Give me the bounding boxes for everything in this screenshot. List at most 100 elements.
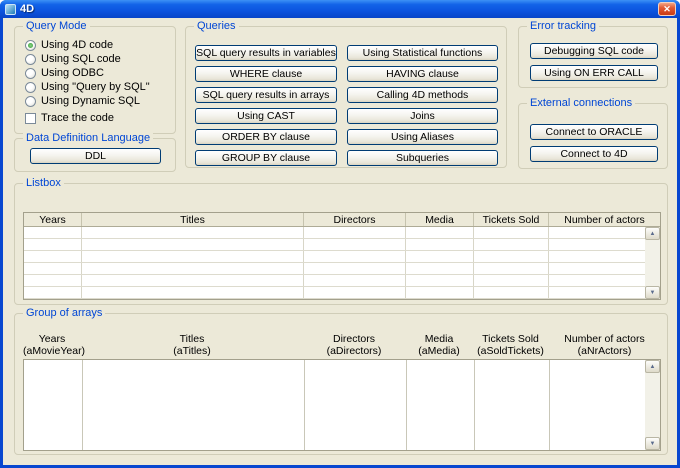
- scroll-up-button[interactable]: ▲: [645, 360, 660, 373]
- listbox-column-header-media[interactable]: Media: [406, 213, 474, 226]
- trace-the-code-checkbox[interactable]: Trace the code: [25, 111, 114, 125]
- title-bar[interactable]: 4D ✕: [0, 0, 680, 18]
- checkbox-icon: [25, 113, 36, 124]
- listbox-header-row: Years Titles Directors Media Tickets Sol…: [24, 213, 660, 227]
- listbox-cell: [82, 263, 304, 274]
- using-on-err-call-button[interactable]: Using ON ERR CALL: [530, 65, 658, 81]
- listbox-row[interactable]: [24, 227, 645, 239]
- debugging-sql-code-button[interactable]: Debugging SQL code: [530, 43, 658, 59]
- listbox-cell: [474, 263, 549, 274]
- query-button-subqueries[interactable]: Subqueries: [347, 150, 498, 166]
- listbox-vertical-scrollbar[interactable]: ▲ ▼: [645, 227, 660, 299]
- column-divider: [474, 360, 475, 450]
- listbox-column-header-directors[interactable]: Directors: [304, 213, 406, 226]
- query-button-where-clause[interactable]: WHERE clause: [195, 66, 337, 82]
- array-column-label: Titles: [81, 333, 303, 345]
- listbox-row[interactable]: [24, 275, 645, 287]
- array-column-label: Directors: [303, 333, 405, 345]
- array-column-header-tickets-sold: Tickets Sold (aSoldTickets): [473, 333, 548, 357]
- query-button-statistical-functions[interactable]: Using Statistical functions: [347, 45, 498, 61]
- listbox[interactable]: Years Titles Directors Media Tickets Sol…: [23, 212, 661, 300]
- listbox-cell: [82, 251, 304, 262]
- scroll-down-button[interactable]: ▼: [645, 286, 660, 299]
- ddl-button[interactable]: DDL: [30, 148, 161, 164]
- window-client-area: Query Mode Using 4D code Using SQL code …: [3, 18, 677, 465]
- connect-to-oracle-button[interactable]: Connect to ORACLE: [530, 124, 658, 140]
- array-column-name: (aSoldTickets): [473, 345, 548, 357]
- query-button-joins[interactable]: Joins: [347, 108, 498, 124]
- arrays-vertical-scrollbar[interactable]: ▲ ▼: [645, 360, 660, 450]
- listbox-column-header-tickets-sold[interactable]: Tickets Sold: [474, 213, 549, 226]
- array-column-label: Years: [23, 333, 81, 345]
- listbox-cell: [82, 287, 304, 298]
- ddl-group: Data Definition Language DDL: [14, 138, 176, 172]
- listbox-column-header-titles[interactable]: Titles: [82, 213, 304, 226]
- array-column-header-media: Media (aMedia): [405, 333, 473, 357]
- radio-using-sql-code[interactable]: Using SQL code: [25, 52, 121, 66]
- radio-selected-icon: [25, 40, 36, 51]
- array-column-label: Number of actors: [548, 333, 661, 345]
- error-tracking-group: Error tracking Debugging SQL code Using …: [518, 26, 668, 88]
- group-of-arrays-group-title: Group of arrays: [23, 307, 105, 319]
- query-mode-group-title: Query Mode: [23, 20, 90, 32]
- array-column-name: (aDirectors): [303, 345, 405, 357]
- close-button[interactable]: ✕: [658, 2, 676, 16]
- connect-to-4d-button[interactable]: Connect to 4D: [530, 146, 658, 162]
- query-button-using-aliases[interactable]: Using Aliases: [347, 129, 498, 145]
- listbox-cell: [24, 263, 82, 274]
- listbox-cell: [549, 287, 645, 298]
- scroll-up-button[interactable]: ▲: [645, 227, 660, 240]
- listbox-cell: [24, 239, 82, 250]
- radio-using-query-by-sql[interactable]: Using "Query by SQL": [25, 80, 150, 94]
- column-divider: [406, 360, 407, 450]
- error-tracking-group-title: Error tracking: [527, 20, 599, 32]
- array-column-name: (aMovieYear): [23, 345, 81, 357]
- group-of-arrays-group: Group of arrays Years (aMovieYear) Title…: [14, 313, 668, 455]
- listbox-row[interactable]: [24, 239, 645, 251]
- query-button-calling-4d-methods[interactable]: Calling 4D methods: [347, 87, 498, 103]
- query-button-sql-results-arrays[interactable]: SQL query results in arrays: [195, 87, 337, 103]
- arrow-down-icon: ▼: [650, 441, 656, 447]
- scroll-track[interactable]: [645, 240, 660, 286]
- window-title: 4D: [20, 3, 34, 15]
- query-button-having-clause[interactable]: HAVING clause: [347, 66, 498, 82]
- scroll-down-button[interactable]: ▼: [645, 437, 660, 450]
- listbox-cell: [304, 227, 406, 238]
- listbox-row[interactable]: [24, 287, 645, 299]
- query-button-sql-results-variables[interactable]: SQL query results in variables: [195, 45, 337, 61]
- listbox-cell: [24, 287, 82, 298]
- listbox-group-title: Listbox: [23, 177, 64, 189]
- query-mode-group: Query Mode Using 4D code Using SQL code …: [14, 26, 176, 134]
- listbox-cell: [406, 263, 474, 274]
- listbox-cell: [304, 275, 406, 286]
- arrays-list-area[interactable]: ▲ ▼: [23, 359, 661, 451]
- checkbox-label: Trace the code: [41, 112, 114, 124]
- listbox-cell: [24, 227, 82, 238]
- listbox-cell: [406, 287, 474, 298]
- listbox-row[interactable]: [24, 263, 645, 275]
- listbox-cell: [474, 227, 549, 238]
- query-button-order-by[interactable]: ORDER BY clause: [195, 129, 337, 145]
- array-column-header-titles: Titles (aTitles): [81, 333, 303, 357]
- listbox-cell: [474, 275, 549, 286]
- listbox-column-header-years[interactable]: Years: [24, 213, 82, 226]
- listbox-cell: [82, 275, 304, 286]
- listbox-cell: [304, 263, 406, 274]
- scroll-track[interactable]: [645, 373, 660, 437]
- radio-using-odbc[interactable]: Using ODBC: [25, 66, 104, 80]
- radio-using-4d-code[interactable]: Using 4D code: [25, 38, 113, 52]
- listbox-column-header-number-of-actors[interactable]: Number of actors: [549, 213, 660, 226]
- radio-using-dynamic-sql[interactable]: Using Dynamic SQL: [25, 94, 140, 108]
- listbox-cell: [549, 251, 645, 262]
- array-column-label: Tickets Sold: [473, 333, 548, 345]
- listbox-cell: [549, 227, 645, 238]
- listbox-row[interactable]: [24, 251, 645, 263]
- radio-icon: [25, 68, 36, 79]
- radio-label: Using ODBC: [41, 67, 104, 79]
- queries-group-title: Queries: [194, 20, 239, 32]
- query-button-using-cast[interactable]: Using CAST: [195, 108, 337, 124]
- listbox-cell: [549, 239, 645, 250]
- radio-icon: [25, 82, 36, 93]
- query-button-group-by[interactable]: GROUP BY clause: [195, 150, 337, 166]
- external-connections-group: External connections Connect to ORACLE C…: [518, 103, 668, 169]
